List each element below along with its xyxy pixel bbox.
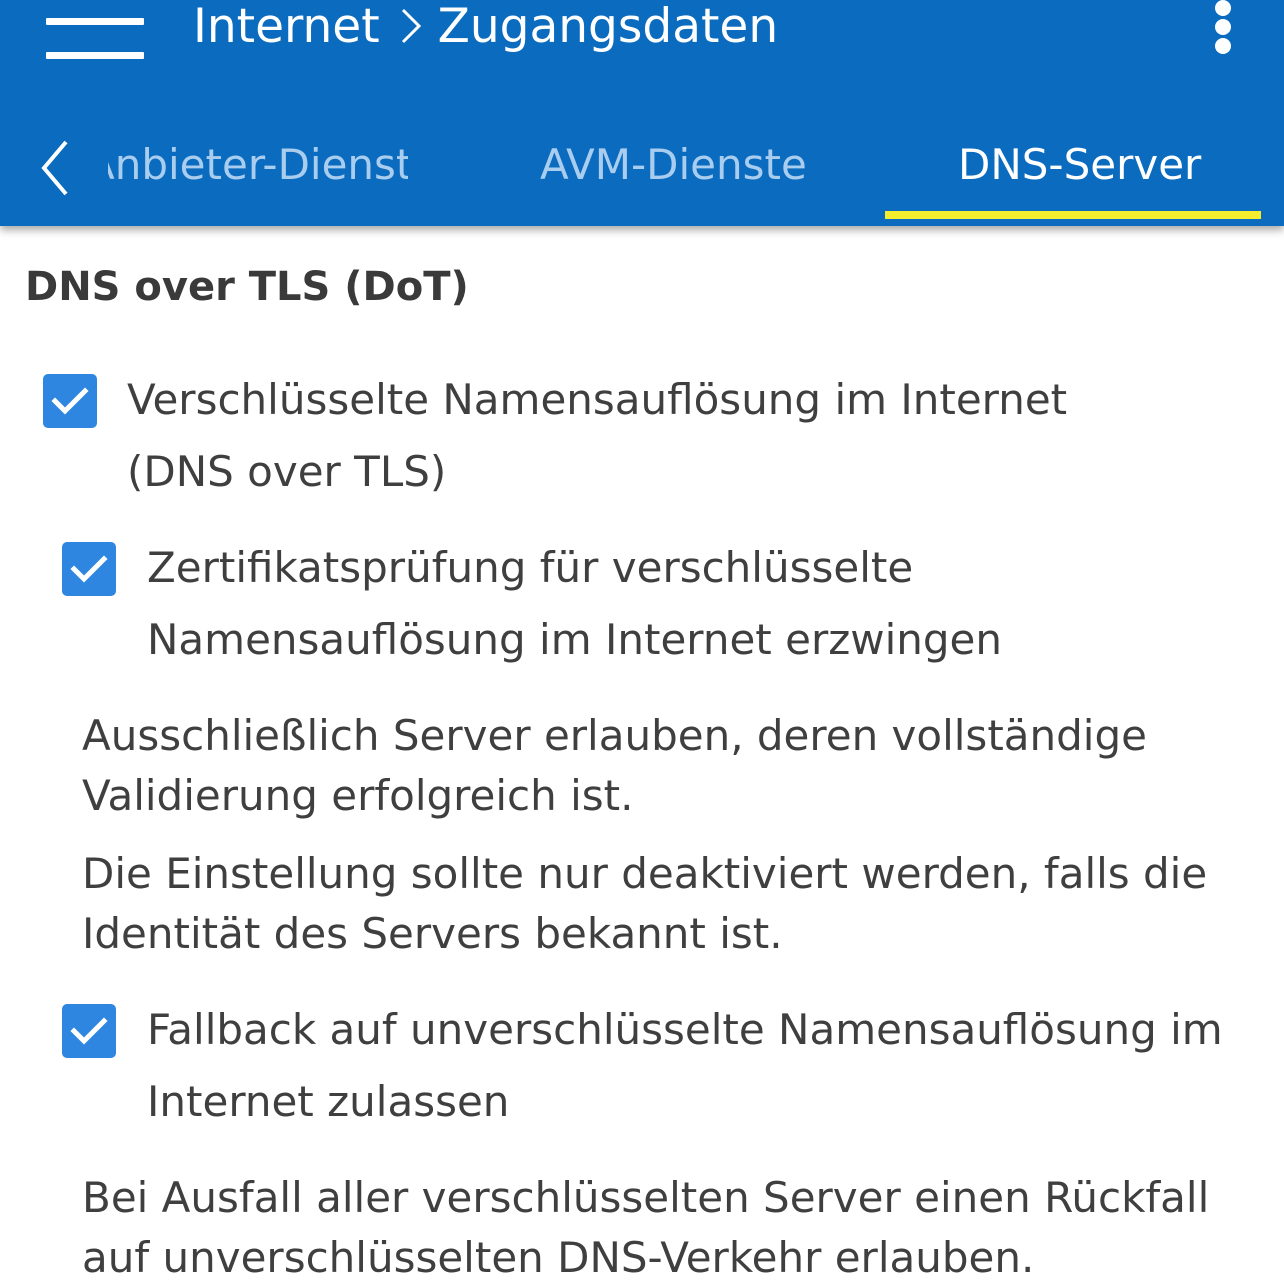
checkmark-icon xyxy=(70,555,108,583)
fallback-checkbox[interactable] xyxy=(62,1004,116,1058)
dot-enable-checkbox[interactable] xyxy=(43,374,97,428)
chevron-right-icon xyxy=(401,8,421,44)
fallback-description: Bei Ausfall aller verschlüsselten Server… xyxy=(82,1173,1210,1282)
checkmark-icon xyxy=(70,1017,108,1045)
hamburger-menu-icon[interactable] xyxy=(46,14,146,64)
certificate-check-note: Die Einstellung sollte nur deaktiviert w… xyxy=(82,849,1208,958)
chevron-left-icon[interactable] xyxy=(34,136,74,200)
tab-avm-dienste[interactable]: AVM-Dienste xyxy=(540,134,807,194)
dot-enable-label[interactable]: Verschlüsselte Namensauflösung im Intern… xyxy=(127,364,1187,508)
certificate-check-label[interactable]: Zertifikatsprüfung für verschlüsselte Na… xyxy=(147,532,1007,676)
section-title-dot: DNS over TLS (DoT) xyxy=(25,264,469,310)
app-bar: Internet Zugangsdaten Anbieter-Dienste A… xyxy=(0,0,1284,226)
breadcrumb-section[interactable]: Internet xyxy=(193,0,380,54)
active-tab-indicator xyxy=(885,211,1261,219)
fallback-label[interactable]: Fallback auf unverschlüsselte Namensaufl… xyxy=(147,994,1227,1138)
certificate-check-description: Ausschließlich Server erlauben, deren vo… xyxy=(82,711,1147,820)
certificate-check-checkbox[interactable] xyxy=(62,542,116,596)
page-title: Internet Zugangsdaten xyxy=(193,0,778,58)
more-vertical-icon[interactable] xyxy=(1206,0,1242,56)
tab-dns-server[interactable]: DNS-Server xyxy=(958,134,1201,194)
breadcrumb-page: Zugangsdaten xyxy=(437,0,779,54)
checkmark-icon xyxy=(51,387,89,415)
tab-anbieter-dienste[interactable]: Anbieter-Dienste xyxy=(108,134,408,194)
